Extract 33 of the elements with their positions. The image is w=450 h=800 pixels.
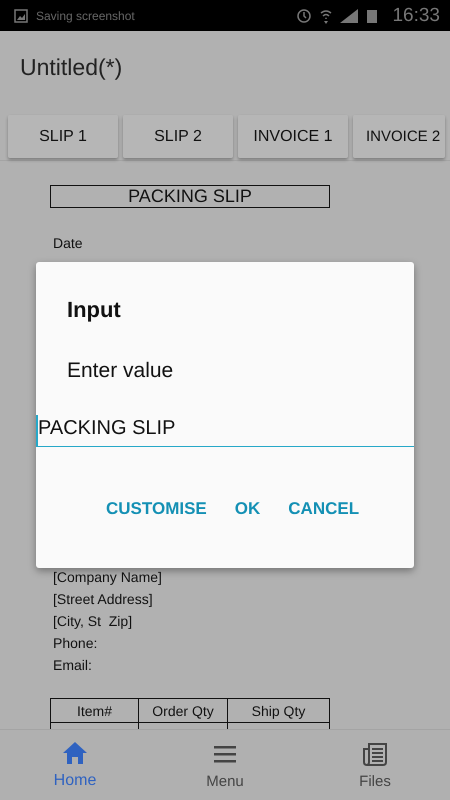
- dialog-button[interactable]: CUSTOMISE: [94, 495, 219, 523]
- clock-time: 16:33: [392, 4, 440, 26]
- app-title: Untitled(*): [20, 54, 122, 80]
- wifi-icon: [320, 8, 332, 24]
- input-field[interactable]: PACKING SLIP: [36, 415, 414, 447]
- address-line: [Street Address]: [52, 590, 154, 609]
- nav-tab[interactable]: Home: [0, 730, 150, 800]
- column-header: Ship Qty: [228, 698, 330, 722]
- dialog-button[interactable]: CANCEL: [276, 495, 372, 523]
- address-line: Phone:: [52, 634, 98, 653]
- notification-text: Saving screenshot: [36, 8, 135, 22]
- alarm-icon: [296, 8, 312, 24]
- column-header: Order Qty: [138, 698, 228, 722]
- home-icon: [62, 740, 88, 766]
- tab-button[interactable]: INVOICE 1: [238, 115, 348, 158]
- date-label: Date: [52, 234, 84, 253]
- address-line: [Company Name]: [52, 568, 163, 587]
- battery-icon: [366, 8, 378, 22]
- dialog-title: Input: [67, 297, 122, 323]
- nav-tab[interactable]: Menu: [150, 730, 300, 800]
- tab-button[interactable]: SLIP 2: [123, 115, 233, 158]
- address-line: [City, St Zip]: [52, 612, 134, 631]
- dialog-button[interactable]: OK: [222, 495, 272, 523]
- document-icon: [362, 740, 388, 766]
- gallery-icon: [14, 8, 28, 22]
- nav-tab[interactable]: Files: [300, 730, 450, 800]
- document-heading: PACKING SLIP: [50, 185, 330, 208]
- signal-icon: [340, 8, 358, 22]
- address-line: Email:: [52, 656, 93, 675]
- tab-button[interactable]: INVOICE 2: [353, 115, 445, 158]
- dialog-message: Enter value: [67, 359, 174, 383]
- column-header: Item#: [50, 698, 138, 722]
- tab-button[interactable]: SLIP 1: [8, 115, 118, 158]
